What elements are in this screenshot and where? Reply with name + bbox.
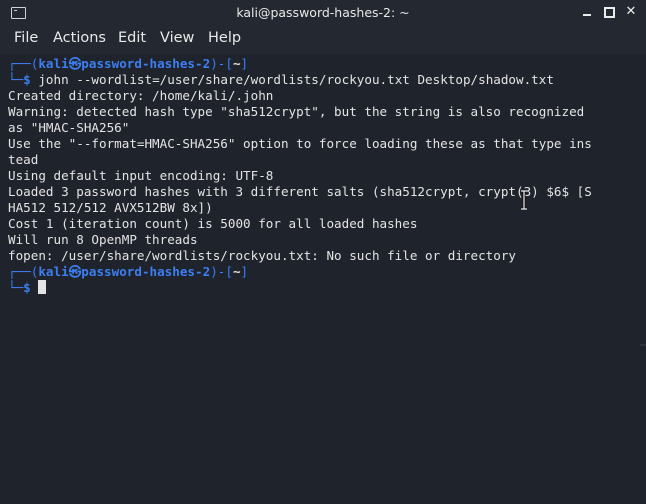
maximize-button[interactable]: [601, 4, 617, 20]
command-text: john --wordlist=/user/share/wordlists/ro…: [30, 72, 554, 87]
prompt-user: kali: [38, 264, 69, 279]
command-line: └─$ john --wordlist=/user/share/wordlist…: [8, 72, 554, 88]
close-button[interactable]: ✕: [623, 4, 639, 20]
menu-view[interactable]: View: [159, 30, 195, 46]
output-line: Will run 8 OpenMP threads: [8, 232, 198, 247]
prompt-host: password-hashes-2: [81, 56, 211, 71]
prompt-header: ┌──(kali㉿password-hashes-2)-[~]: [8, 56, 248, 72]
minimize-button[interactable]: [579, 4, 595, 20]
prompt-corner: └─: [8, 280, 24, 295]
prompt-header: ┌──(kali㉿password-hashes-2)-[~]: [8, 264, 248, 280]
scrollbar-thumb[interactable]: [640, 344, 646, 346]
prompt-bracket: )-[: [210, 56, 233, 71]
output-line: Cost 1 (iteration count) is 5000 for all…: [8, 216, 418, 231]
prompt-bracket-end: ]: [240, 264, 249, 279]
prompt-dollar: $: [23, 280, 31, 295]
output-line: HA512 512/512 AVX512BW 8x]): [8, 200, 213, 215]
window-title: kali@password-hashes-2: ~: [236, 5, 410, 20]
output-line: fopen: /user/share/wordlists/rockyou.txt…: [8, 248, 516, 263]
output-line: Warning: detected hash type "sha512crypt…: [8, 104, 585, 119]
terminal-output[interactable]: ┌──(kali㉿password-hashes-2)-[~] └─$ john…: [0, 54, 640, 504]
prompt-frame: ┌──(: [8, 56, 39, 71]
input-line[interactable]: └─$: [8, 280, 47, 296]
menu-help[interactable]: Help: [207, 30, 242, 46]
menu-edit[interactable]: Edit: [117, 30, 147, 46]
output-line: Use the "--format=HMAC-SHA256" option to…: [8, 136, 592, 151]
title-bar[interactable]: kali@password-hashes-2: ~ ✕: [0, 0, 646, 26]
prompt-dir: ~: [232, 56, 241, 71]
output-line: Created directory: /home/kali/.john: [8, 88, 274, 103]
prompt-user: kali: [38, 56, 69, 71]
prompt-dollar: $: [23, 72, 31, 87]
output-line: Using default input encoding: UTF-8: [8, 168, 274, 183]
menu-actions[interactable]: Actions: [52, 30, 107, 46]
menu-bar: File Actions Edit View Help: [0, 26, 646, 54]
output-line: as "HMAC-SHA256": [8, 120, 130, 135]
prompt-dir: ~: [232, 264, 241, 279]
terminal-window: kali@password-hashes-2: ~ ✕ File Actions…: [0, 0, 646, 504]
menu-file[interactable]: File: [13, 30, 39, 46]
prompt-frame: ┌──(: [8, 264, 39, 279]
output-line: Loaded 3 password hashes with 3 differen…: [8, 184, 592, 199]
ibeam-cursor-icon: [521, 190, 527, 210]
scrollbar[interactable]: [640, 54, 646, 504]
output-line: tead: [8, 152, 39, 167]
prompt-bracket-end: ]: [240, 56, 249, 71]
prompt-at-icon: ㉿: [68, 264, 82, 279]
text-cursor: [38, 280, 47, 294]
prompt-corner: └─: [8, 72, 24, 87]
prompt-bracket: )-[: [210, 264, 233, 279]
prompt-at-icon: ㉿: [68, 56, 82, 71]
prompt-host: password-hashes-2: [81, 264, 211, 279]
